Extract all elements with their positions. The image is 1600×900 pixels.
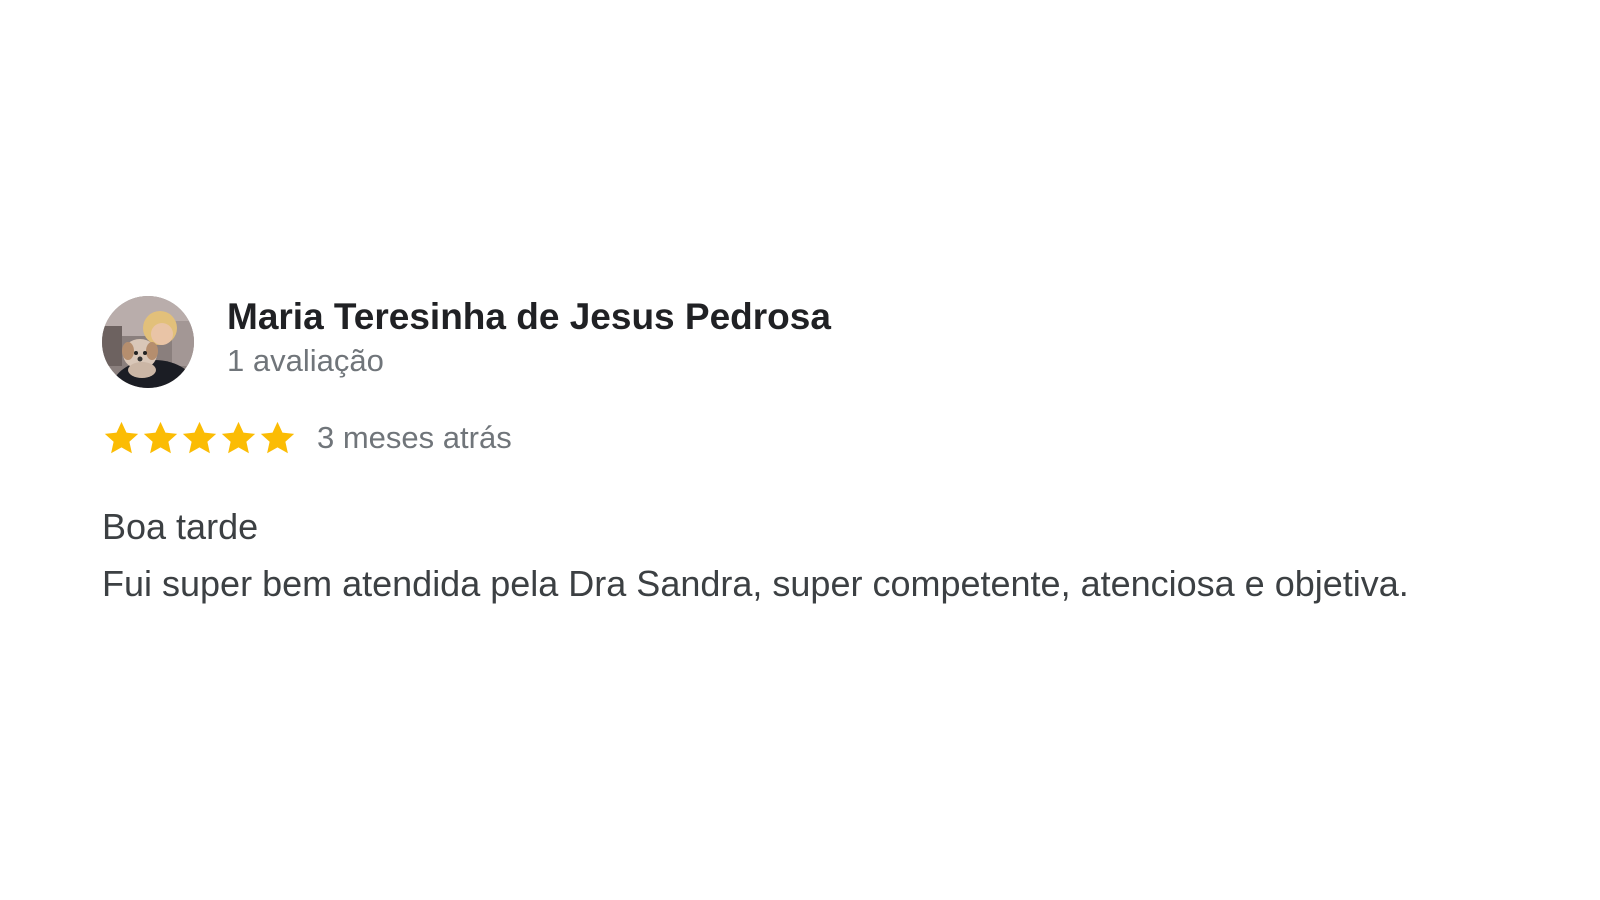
author-review-count: 1 avaliação (227, 343, 384, 378)
avatar[interactable] (102, 296, 194, 388)
author-block: Maria Teresinha de Jesus Pedrosa 1 avali… (227, 295, 831, 381)
star-icon (180, 419, 219, 458)
star-icon (219, 419, 258, 458)
review-time: 3 meses atrás (317, 420, 512, 455)
review-text-line: Fui super bem atendida pela Dra Sandra, … (102, 563, 1409, 604)
profile-photo-icon (102, 296, 194, 388)
star-icon (102, 419, 141, 458)
star-rating (102, 419, 297, 458)
star-icon (141, 419, 180, 458)
review-header: Maria Teresinha de Jesus Pedrosa 1 avali… (102, 296, 1582, 388)
review-card: Maria Teresinha de Jesus Pedrosa 1 avali… (102, 296, 1582, 612)
rating-row: 3 meses atrás (102, 418, 1582, 458)
review-text: Boa tarde Fui super bem atendida pela Dr… (102, 498, 1582, 612)
review-text-line: Boa tarde (102, 506, 259, 547)
star-icon (258, 419, 297, 458)
author-name[interactable]: Maria Teresinha de Jesus Pedrosa (227, 295, 831, 339)
